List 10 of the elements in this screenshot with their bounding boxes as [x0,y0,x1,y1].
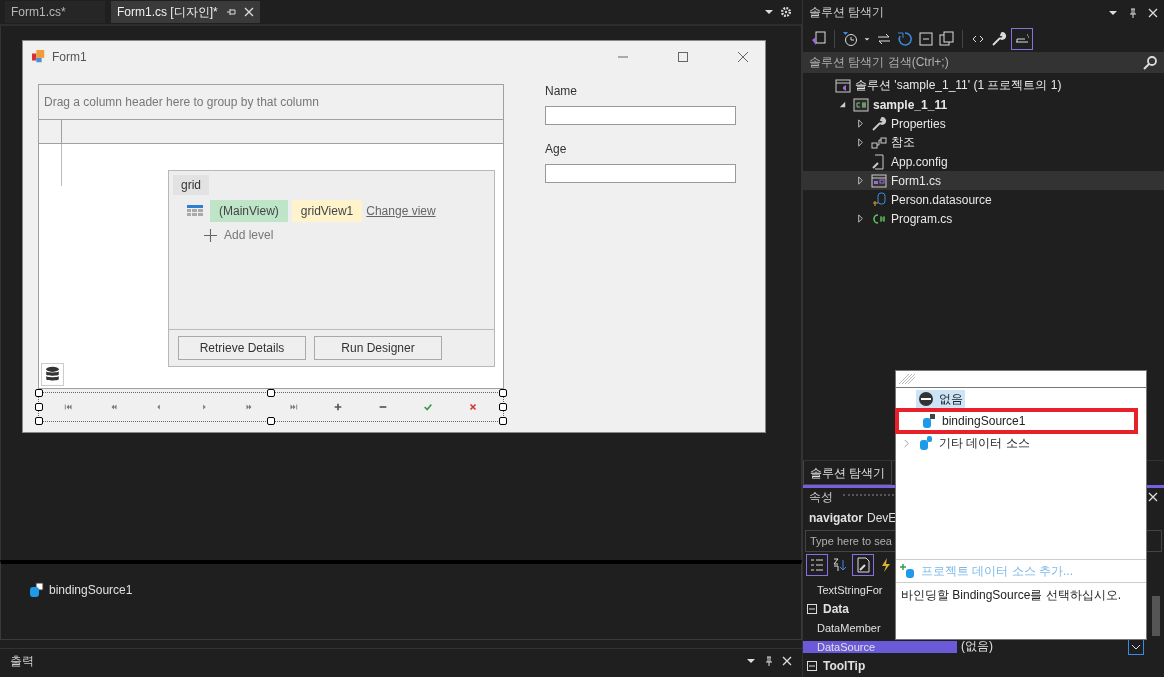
panel-title: 속성 [809,488,833,506]
panel-title: 출력 [10,652,34,670]
description-text: 바인딩할 BindingSource를 선택하십시오. [901,588,1122,602]
group-panel-hint: Drag a column header here to group by that column [44,95,319,109]
field-label: Name [545,84,578,98]
field-label: Age [545,142,568,156]
panel-title: 솔루션 탐색기 [809,4,885,21]
object-name: navigator [809,511,863,525]
object-type: DevE [867,511,897,525]
window-title: Form1 [52,49,87,64]
